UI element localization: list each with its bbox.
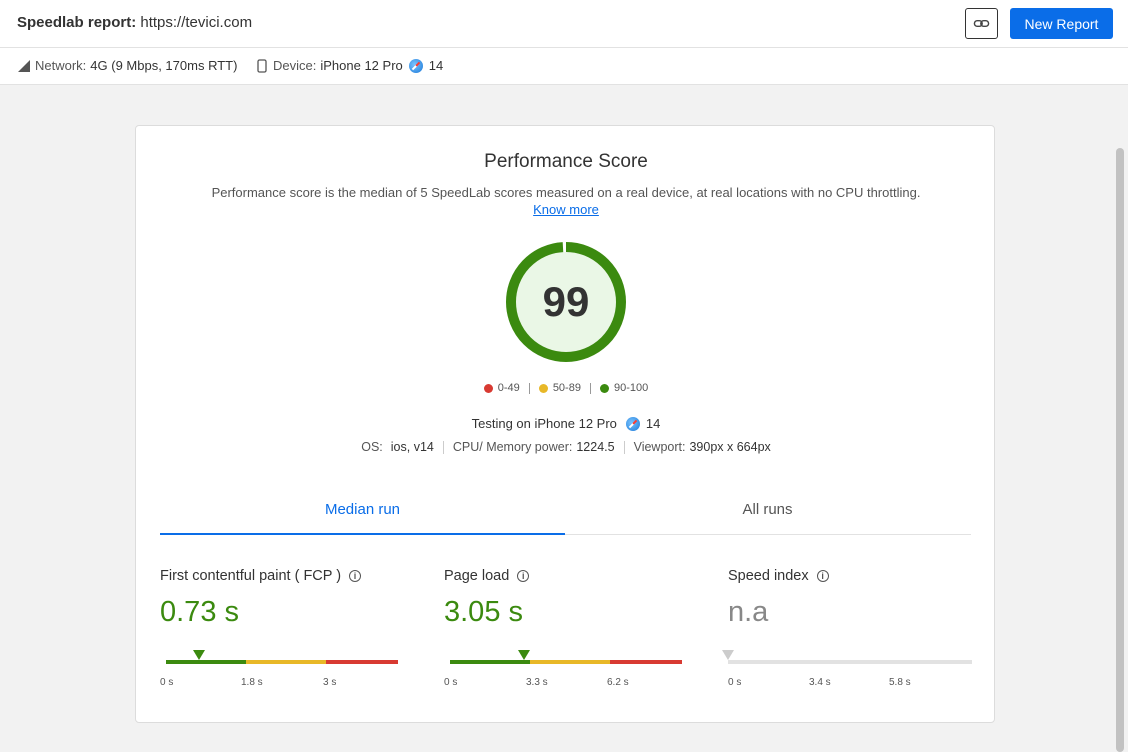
tick-label: 6.2 s (607, 677, 629, 688)
range-bar-average (530, 660, 610, 664)
testing-device: Testing on iPhone 12 Pro 14 (136, 416, 996, 431)
new-report-button[interactable]: New Report (1010, 8, 1113, 39)
score-legend: 0-49 50-89 90-100 (136, 382, 996, 394)
mobile-icon (257, 58, 267, 73)
range-bar-empty (728, 660, 972, 664)
tick-label: 3 s (323, 677, 337, 688)
range-bar-poor (610, 660, 682, 664)
browser-version: 14 (428, 58, 444, 73)
viewport-value: 390px x 664px (689, 440, 771, 454)
performance-score-title: Performance Score (484, 151, 648, 172)
score-gauge: 99 (505, 241, 627, 363)
network-label: Network: (35, 58, 87, 73)
range-bar-good (450, 660, 530, 664)
copy-link-button[interactable] (965, 8, 998, 39)
device-value: iPhone 12 Pro (320, 58, 403, 73)
tick-label: 0 s (728, 677, 742, 688)
info-icon[interactable]: i (517, 570, 530, 582)
legend-item-average: 50-89 (538, 382, 581, 394)
metric-marker (722, 650, 734, 660)
metric-value: n.a (728, 596, 769, 628)
tick-label: 5.8 s (889, 677, 911, 688)
metric-value: 3.05 s (444, 596, 523, 628)
device-specs: OS: ios, v14 CPU/ Memory power: 1224.5 V… (136, 440, 996, 454)
cpu-label: CPU/ Memory power: (452, 440, 573, 454)
link-icon (973, 19, 990, 28)
run-tabs: Median run All runs (160, 491, 971, 535)
report-url: https://tevici.com (140, 14, 253, 31)
testing-browser-version: 14 (645, 416, 661, 431)
tick-label: 0 s (444, 677, 458, 688)
metric-value: 0.73 s (160, 596, 239, 628)
range-bar-good (166, 660, 246, 664)
metric-label: Speed index (728, 568, 809, 584)
metric-marker (193, 650, 205, 660)
range-bar-average (246, 660, 326, 664)
testing-device-label: Testing on iPhone 12 Pro (471, 416, 617, 431)
signal-icon (18, 59, 30, 72)
cpu-value: 1224.5 (576, 440, 615, 454)
metric-label: Page load (444, 568, 510, 584)
tick-label: 1.8 s (241, 677, 263, 688)
metric-page-load: Page load i 3.05 s 0 s 3.3 s 6.2 s (444, 568, 694, 688)
tick-label: 3.4 s (809, 677, 831, 688)
legend-item-poor: 0-49 (483, 382, 520, 394)
test-config-bar: Network: 4G (9 Mbps, 170ms RTT) Device: … (0, 48, 1128, 85)
performance-score-description: Performance score is the median of 5 Spe… (211, 185, 921, 200)
network-info: Network: 4G (9 Mbps, 170ms RTT) (18, 58, 237, 73)
device-label: Device: (273, 58, 317, 73)
know-more-link[interactable]: Know more (533, 202, 599, 217)
metric-label: First contentful paint ( FCP ) (160, 568, 342, 584)
os-label: OS: (361, 440, 383, 454)
safari-icon (408, 58, 423, 73)
metric-speed-index: Speed index i n.a 0 s 3.4 s 5.8 s (722, 568, 978, 688)
info-icon[interactable]: i (349, 570, 362, 582)
metric-fcp: First contentful paint ( FCP ) i 0.73 s 0… (160, 568, 410, 688)
os-value: ios, v14 (390, 440, 434, 454)
viewport-label: Viewport: (633, 440, 686, 454)
tab-median-run[interactable]: Median run (160, 491, 565, 535)
device-info: Device: iPhone 12 Pro 14 (257, 58, 443, 73)
scrollbar-thumb[interactable] (1116, 148, 1124, 752)
tab-all-runs[interactable]: All runs (565, 491, 970, 535)
performance-card: Performance Score Performance score is t… (135, 125, 995, 723)
report-title: Speedlab report: https://tevici.com (17, 14, 252, 31)
info-icon[interactable]: i (816, 570, 829, 582)
report-title-label: Speedlab report: (17, 14, 137, 31)
report-header: Speedlab report: https://tevici.com New … (0, 0, 1128, 48)
performance-score-value: 99 (542, 278, 590, 325)
legend-item-good: 90-100 (599, 382, 648, 394)
range-bar-poor (326, 660, 398, 664)
metric-marker (518, 650, 530, 660)
tick-label: 3.3 s (526, 677, 548, 688)
safari-icon (625, 416, 640, 431)
tick-label: 0 s (160, 677, 174, 688)
network-value: 4G (9 Mbps, 170ms RTT) (90, 58, 238, 73)
